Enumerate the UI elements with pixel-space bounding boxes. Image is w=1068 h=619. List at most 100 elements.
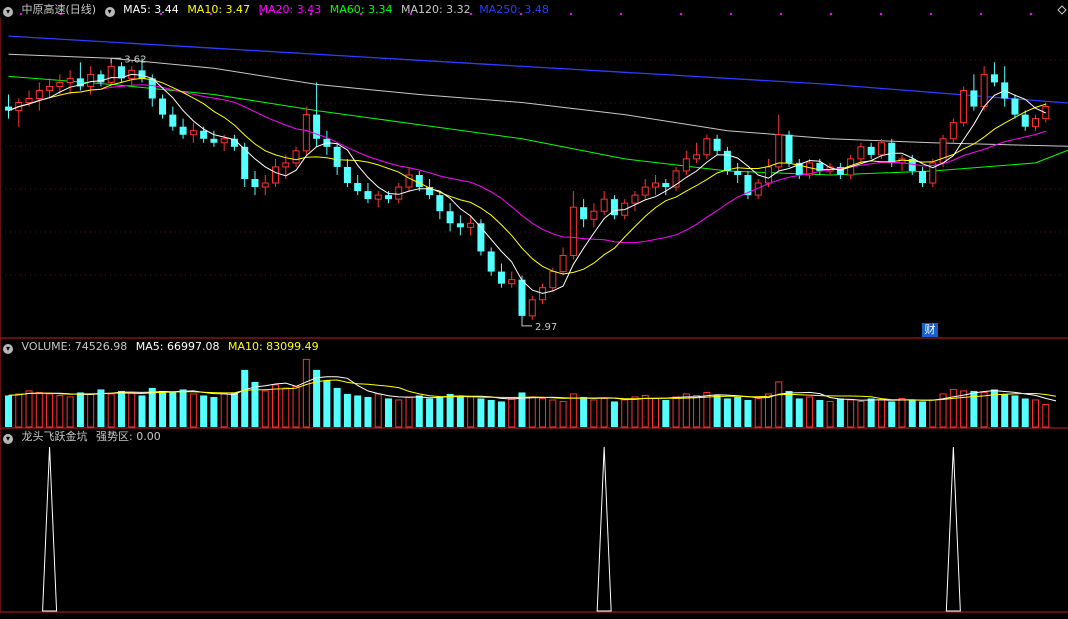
volume-bar — [662, 400, 669, 427]
volume-ma10-label: MA10: 83099.49 — [228, 340, 319, 353]
volume-bar — [221, 394, 227, 427]
volume-bar — [1011, 395, 1018, 427]
candle-body — [868, 147, 875, 155]
ma120-label: MA120: 3.32 — [401, 3, 471, 16]
candle-body — [694, 155, 700, 159]
candle-body — [591, 211, 597, 219]
candle-body — [210, 139, 217, 143]
volume-bar — [169, 392, 176, 427]
volume-bar — [77, 392, 84, 427]
volume-bar — [1001, 394, 1008, 427]
volume-bar — [5, 395, 12, 427]
chevron-down-icon[interactable]: ▾ — [105, 7, 115, 17]
candle-body — [776, 135, 782, 167]
volume-bar — [488, 400, 495, 427]
volume-bar — [878, 400, 884, 427]
candle-body — [509, 280, 515, 284]
ma60-label: MA60: 3.34 — [330, 3, 393, 16]
chart-stage: 3.622.97 ▾ 中原高速(日线) ▾ MA5: 3.44 MA10: 3.… — [0, 0, 1068, 615]
candle-body — [560, 255, 566, 271]
volume-bar — [827, 401, 833, 427]
volume-bar — [724, 398, 731, 427]
volume-bar — [776, 382, 782, 427]
volume-bar — [468, 397, 474, 427]
volume-bar — [159, 391, 166, 427]
chevron-down-icon[interactable]: ▾ — [3, 434, 13, 444]
chart-canvas: 3.622.97 — [0, 0, 1068, 615]
candle-body — [519, 280, 526, 316]
volume-bar — [888, 401, 895, 427]
low-price-label: 2.97 — [535, 322, 557, 333]
candle-body — [580, 207, 587, 219]
candle-body — [1033, 119, 1039, 127]
volume-bar — [744, 400, 751, 427]
candle-body — [1011, 99, 1018, 115]
candle-body — [149, 78, 156, 98]
volume-bar — [190, 394, 196, 427]
volume-bar — [580, 397, 587, 427]
volume-bar — [909, 400, 916, 427]
volume-bar — [36, 392, 42, 427]
volume-bar — [67, 397, 73, 427]
strong-zone-spike — [43, 447, 57, 611]
volume-bar — [858, 401, 864, 427]
volume-bar — [570, 394, 576, 427]
candle-body — [950, 123, 956, 139]
volume-bar — [47, 394, 53, 427]
ma250-line — [9, 36, 1068, 104]
candle-body — [47, 86, 53, 90]
candle-body — [26, 99, 32, 103]
top-marker — [570, 13, 572, 15]
candle-body — [919, 171, 926, 183]
volume-bar — [477, 398, 484, 427]
candle-body — [67, 78, 73, 82]
volume-bar — [26, 391, 32, 427]
volume-bar — [550, 400, 556, 427]
ma20-label: MA20: 3.43 — [259, 3, 322, 16]
volume-bar — [560, 401, 566, 427]
top-marker — [620, 13, 622, 15]
candle-body — [714, 139, 721, 151]
chevron-down-icon[interactable]: ▾ — [3, 7, 13, 17]
volume-bar — [273, 385, 279, 427]
volume-bar — [673, 397, 679, 427]
volume-bar — [591, 400, 597, 427]
volume-bar — [816, 400, 823, 427]
volume-bar — [406, 397, 412, 427]
volume-bar — [97, 389, 104, 427]
candle-body — [385, 195, 392, 199]
candle-body — [1022, 115, 1029, 127]
candle-body — [416, 175, 423, 187]
candle-body — [724, 151, 731, 171]
volume-bar — [694, 395, 700, 427]
candle-body — [180, 127, 187, 135]
volume-bar — [354, 395, 361, 427]
volume-bar — [509, 398, 515, 427]
volume-bar — [950, 389, 956, 427]
candle-body — [159, 99, 166, 115]
candle-body — [36, 90, 42, 98]
candle-body — [981, 74, 987, 106]
volume-bar — [416, 395, 423, 427]
chevron-down-icon[interactable]: ▾ — [3, 344, 13, 354]
candle-body — [488, 251, 495, 271]
volume-bar — [344, 394, 351, 427]
volume-bar — [899, 398, 905, 427]
volume-bar — [611, 401, 618, 427]
candle-body — [200, 131, 207, 139]
candle-body — [293, 151, 299, 163]
candle-body — [632, 195, 638, 203]
candle-body — [642, 187, 648, 195]
candle-body — [970, 90, 977, 106]
indicator-title: 龙头飞跃金坑 — [22, 430, 88, 443]
fin-badge[interactable]: 财 — [922, 323, 938, 337]
candle-body — [436, 195, 443, 211]
strong-zone-spike — [597, 447, 611, 611]
volume-bar — [930, 400, 936, 427]
candle-body — [334, 147, 341, 167]
candle-body — [251, 179, 258, 187]
candle-body — [468, 223, 474, 227]
candle-body — [570, 207, 576, 255]
ma5-label: MA5: 3.44 — [123, 3, 179, 16]
volume-bar — [868, 398, 875, 427]
